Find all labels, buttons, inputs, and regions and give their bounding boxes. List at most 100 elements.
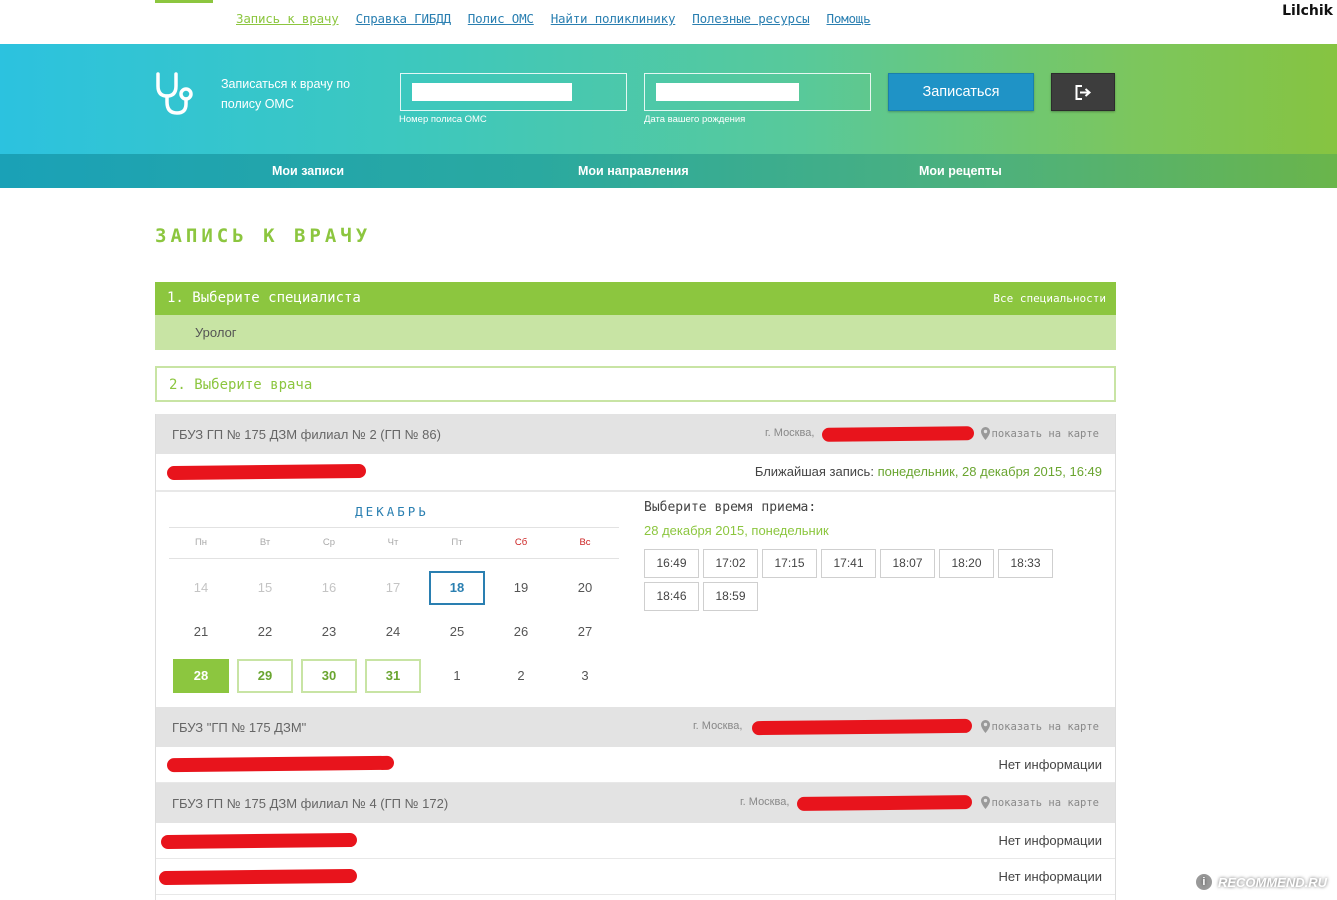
clinic-city: г. Москва, [693,720,743,732]
show-on-map-link[interactable]: показать на карте [980,720,1099,733]
calendar-divider [169,527,619,528]
time-select-title: Выберите время приема: [644,500,817,515]
time-slot-button[interactable]: 16:49 [644,549,699,578]
subnav-my-prescriptions[interactable]: Мои рецепты [919,164,1002,178]
booking-panel: ДЕКАБРЬ Пн Вт Ср Чт Пт Сб Вс 14 15 16 17 18 19 20 21 2… [156,491,1115,707]
show-on-map-label: показать на карте [991,720,1099,733]
submit-button[interactable]: Записаться [888,73,1034,111]
top-nav-useful-resources[interactable]: Полезные ресурсы [692,11,809,26]
weekday-label: Пн [194,537,208,548]
show-on-map-label: показать на карте [991,796,1099,809]
subnav-my-appointments[interactable]: Мои записи [272,164,344,178]
calendar-day: 17 [385,580,401,595]
clinic-header: ГБУЗ "ГП № 175 ДЗМ" г. Москва, показать … [156,707,1115,747]
all-specialties-link[interactable]: Все специальности [993,292,1106,305]
user-name: Lilchik [1282,3,1333,19]
step1-title: 1. Выберите специалиста [167,290,361,306]
no-info-label: Нет информации [998,833,1103,848]
calendar-day[interactable]: 25 [429,615,485,649]
clinic-city: г. Москва, [740,796,790,808]
clinic-list: ГБУЗ ГП № 175 ДЗМ филиал № 2 (ГП № 86) г… [155,414,1116,900]
weekday-label: Вт [259,537,271,548]
redacted-address [796,795,973,811]
top-nav-doctor-appointment[interactable]: Запись к врачу [236,11,339,26]
doctor-row[interactable]: Нет информации [156,747,1115,783]
time-slot-button[interactable]: 18:46 [644,582,699,611]
doctor-row[interactable]: Нет информации [156,859,1115,895]
time-slot-button[interactable]: 18:20 [939,549,994,578]
calendar-day-selected[interactable]: 28 [173,659,229,693]
clinic-name: ГБУЗ ГП № 175 ДЗМ филиал № 2 (ГП № 86) [172,427,441,442]
calendar-day[interactable]: 22 [237,615,293,649]
birth-date-input[interactable] [656,83,799,101]
calendar-day[interactable]: 29 [237,659,293,693]
stethoscope-icon [156,72,193,115]
redacted-doctor-name [166,463,367,481]
watermark-logo-icon: i [1193,872,1214,892]
map-pin-icon [980,427,990,440]
nearest-appointment-label: Ближайшая запись: [754,464,874,479]
policy-field [400,73,627,111]
clinic-name: ГБУЗ "ГП № 175 ДЗМ" [172,720,307,735]
clinic-name: ГБУЗ ГП № 175 ДЗМ филиал № 4 (ГП № 172) [172,796,449,811]
map-pin-icon [980,796,990,809]
doctor-row[interactable]: Нет информации [156,823,1115,859]
calendar-day[interactable]: 24 [365,615,421,649]
selected-specialty[interactable]: Уролог [155,315,1116,350]
watermark: i RECOMMEND.RU [1193,872,1327,892]
show-on-map-link[interactable]: показать на карте [980,427,1099,440]
map-pin-icon [980,720,990,733]
logout-button[interactable] [1051,73,1115,111]
top-nav-gibdd-certificate[interactable]: Справка ГИБДД [356,11,451,26]
calendar-day[interactable]: 20 [557,571,613,605]
page-title: ЗАПИСЬ К ВРАЧУ [155,225,372,247]
redacted-doctor-name [158,868,358,886]
calendar-day[interactable]: 26 [493,615,549,649]
calendar-day: 16 [321,580,337,595]
calendar-month: ДЕКАБРЬ [355,504,429,519]
calendar-day[interactable]: 27 [557,615,613,649]
time-slot-button[interactable]: 17:02 [703,549,758,578]
no-info-label: Нет информации [998,757,1103,772]
weekday-label: Сб [514,537,528,548]
redacted-address [751,718,973,736]
subnav-my-referrals[interactable]: Мои направления [578,164,689,178]
doctor-row[interactable]: Ближайшая запись: понедельник, 28 декабр… [156,454,1115,491]
top-accent-bar [155,0,213,3]
calendar-divider [169,558,619,559]
calendar-day[interactable]: 31 [365,659,421,693]
login-banner: Записаться к врачу по полису ОМС Номер п… [0,44,1337,154]
selected-specialty-label: Уролог [195,325,237,340]
redacted-doctor-name [166,755,395,773]
nearest-appointment: Ближайшая запись: понедельник, 28 декабр… [755,464,1102,479]
watermark-text: RECOMMEND.RU [1217,874,1327,890]
time-slot-button[interactable]: 18:33 [998,549,1053,578]
policy-number-input[interactable] [412,83,572,101]
time-slot-button[interactable]: 17:15 [762,549,817,578]
top-nav-help[interactable]: Помощь [827,11,871,26]
birth-date-label: Дата вашего рождения [644,114,746,125]
calendar-day[interactable]: 3 [557,659,613,693]
calendar-day[interactable]: 2 [493,659,549,693]
sub-nav: Мои записи Мои направления Мои рецепты [0,154,1337,188]
calendar-day[interactable]: 23 [301,615,357,649]
banner-title: Записаться к врачу по полису ОМС [221,77,351,111]
time-slot-button[interactable]: 18:07 [880,549,935,578]
clinic-header: ГБУЗ ГП № 175 ДЗМ филиал № 2 (ГП № 86) г… [156,414,1115,454]
top-nav-find-clinic[interactable]: Найти поликлинику [551,11,676,26]
top-nav-oms-policy[interactable]: Полис ОМС [468,11,534,26]
time-slot-button[interactable]: 17:41 [821,549,876,578]
calendar-day[interactable]: 21 [173,615,229,649]
step2-header: 2. Выберите врача [155,366,1116,402]
calendar-day[interactable]: 19 [493,571,549,605]
clinic-city: г. Москва, [765,427,815,439]
no-info-label: Нет информации [998,869,1103,884]
nearest-appointment-value: понедельник, 28 декабря 2015, 16:49 [877,464,1102,479]
redacted-doctor-name [160,832,358,850]
calendar-day[interactable]: 30 [301,659,357,693]
show-on-map-link[interactable]: показать на карте [980,796,1099,809]
time-slot-button[interactable]: 18:59 [703,582,758,611]
calendar-day[interactable]: 18 [429,571,485,605]
calendar-day[interactable]: 1 [429,659,485,693]
top-nav: Запись к врачу Справка ГИБДД Полис ОМС Н… [236,11,871,26]
